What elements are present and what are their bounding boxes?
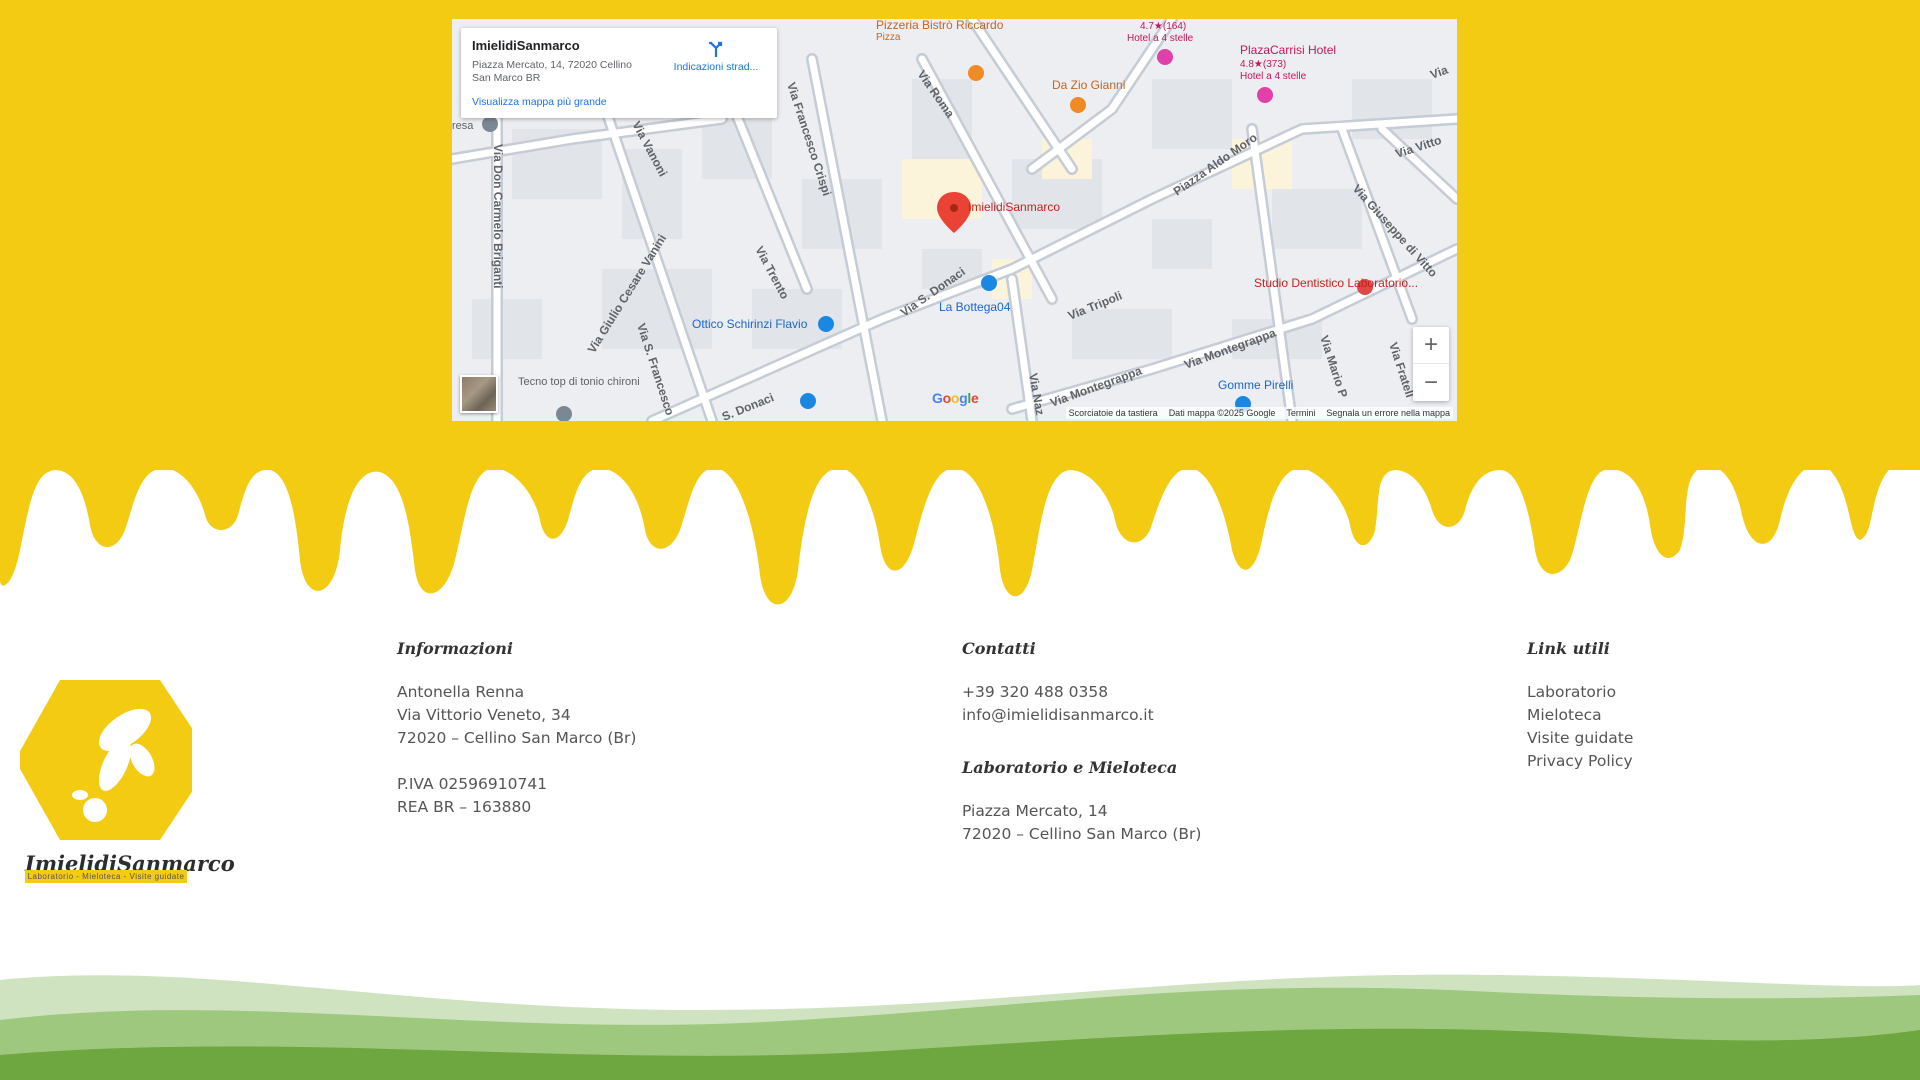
email-link[interactable]: info@imielidisanmarco.it <box>962 704 1201 727</box>
map-data-credit: Dati mappa ©2025 Google <box>1168 408 1276 418</box>
shop-icon <box>981 275 997 291</box>
phone-link[interactable]: +39 320 488 0358 <box>962 681 1201 704</box>
map-label-dentist: Studio Dentistico Laboratorio... <box>1254 276 1418 290</box>
lab-heading: Laboratorio e Mieloteca <box>962 758 1178 777</box>
link-mieloteca[interactable]: Mieloteca <box>1527 704 1633 727</box>
restaurant-icon <box>1070 97 1086 113</box>
contact-heading: Contatti <box>962 639 1036 658</box>
google-map-embed[interactable]: ImielidiSanmarco Pizzeria Bistrò Riccard… <box>452 19 1457 421</box>
footer-contact-column: Contatti +39 320 488 0358 info@imielidis… <box>962 637 1201 846</box>
report-error-link[interactable]: Segnala un errore nella mappa <box>1326 408 1450 418</box>
zoom-out-button[interactable]: − <box>1413 364 1449 401</box>
map-attribution: Scorciatoie da tastiera Dati mappa ©2025… <box>1065 407 1453 419</box>
street-via-briganti: Via Don Carmelo Briganti <box>491 144 505 288</box>
place-info-card: ImielidiSanmarco Piazza Mercato, 14, 720… <box>461 28 777 118</box>
zoom-in-button[interactable]: + <box>1413 327 1449 364</box>
lab-city: 72020 – Cellino San Marco (Br) <box>962 825 1202 843</box>
hotel-icon <box>1257 87 1273 103</box>
hotel-icon <box>1157 49 1173 65</box>
terms-link[interactable]: Termini <box>1286 408 1315 418</box>
map-label-marker: ImielidiSanmarco <box>968 200 1060 214</box>
link-laboratorio[interactable]: Laboratorio <box>1527 681 1633 704</box>
lab-street: Piazza Mercato, 14 <box>962 802 1108 820</box>
green-hills <box>0 974 1920 1080</box>
map-label-ottico: Ottico Schirinzi Flavio <box>692 317 808 331</box>
directions-icon <box>709 41 723 57</box>
keyboard-shortcuts-link[interactable]: Scorciatoie da tastiera <box>1069 408 1158 418</box>
google-logo: Google <box>932 390 979 406</box>
map-label-pizzeria-sub: Pizza <box>876 32 901 43</box>
restaurant-icon <box>968 65 984 81</box>
map-label-hotel2-rating: 4.8★(373) <box>1240 59 1286 70</box>
directions-label: Indicazioni strad... <box>673 61 759 73</box>
shop-icon <box>800 393 816 409</box>
owner-city: 72020 – Cellino San Marco (Br) <box>397 729 637 747</box>
map-label-bottega: La Bottega04 <box>939 300 1011 314</box>
map-label-hotel1-rating: 4.7★(164) <box>1140 21 1186 32</box>
info-heading: Informazioni <box>397 639 513 658</box>
footer-links-column: Link utili Laboratorio Mieloteca Visite … <box>1527 637 1633 773</box>
footer-info-column: Informazioni Antonella Renna Via Vittori… <box>397 637 636 819</box>
map-label-hotel1-sub: Hotel a 4 stelle <box>1127 33 1194 44</box>
map-label-hotel2-sub: Hotel a 4 stelle <box>1240 71 1307 82</box>
owner-street: Via Vittorio Veneto, 34 <box>397 706 571 724</box>
map-label-hotel2: PlazaCarrisi Hotel <box>1240 43 1336 57</box>
map-label-pizzeria: Pizzeria Bistrò Riccardo <box>876 19 1004 32</box>
map-label-tecno: Tecno top di tonio chironi <box>518 376 640 388</box>
satellite-layer-toggle[interactable] <box>460 375 498 413</box>
link-visite-guidate[interactable]: Visite guidate <box>1527 727 1633 750</box>
view-larger-map-link[interactable]: Visualizza mappa più grande <box>472 96 607 108</box>
place-icon <box>482 116 498 132</box>
place-address: Piazza Mercato, 14, 72020 Cellino San Ma… <box>472 59 632 84</box>
logo-tagline: Laboratorio - Mieloteca - Visite guidate <box>25 870 187 883</box>
honey-drips <box>0 440 1920 605</box>
zoom-controls: + − <box>1413 327 1449 401</box>
map-label-zio-gianni: Da Zio Gianni <box>1052 78 1125 92</box>
rea-number: REA BR – 163880 <box>397 798 532 816</box>
vat-number: P.IVA 02596910741 <box>397 775 548 793</box>
links-heading: Link utili <box>1527 639 1610 658</box>
directions-button[interactable]: Indicazioni strad... <box>666 40 766 73</box>
map-label-gomme: Gomme Pirelli <box>1218 378 1293 392</box>
map-label-resa: resa <box>452 120 474 132</box>
shop-icon <box>818 316 834 332</box>
owner-name: Antonella Renna <box>397 683 525 701</box>
link-privacy-policy[interactable]: Privacy Policy <box>1527 750 1633 773</box>
